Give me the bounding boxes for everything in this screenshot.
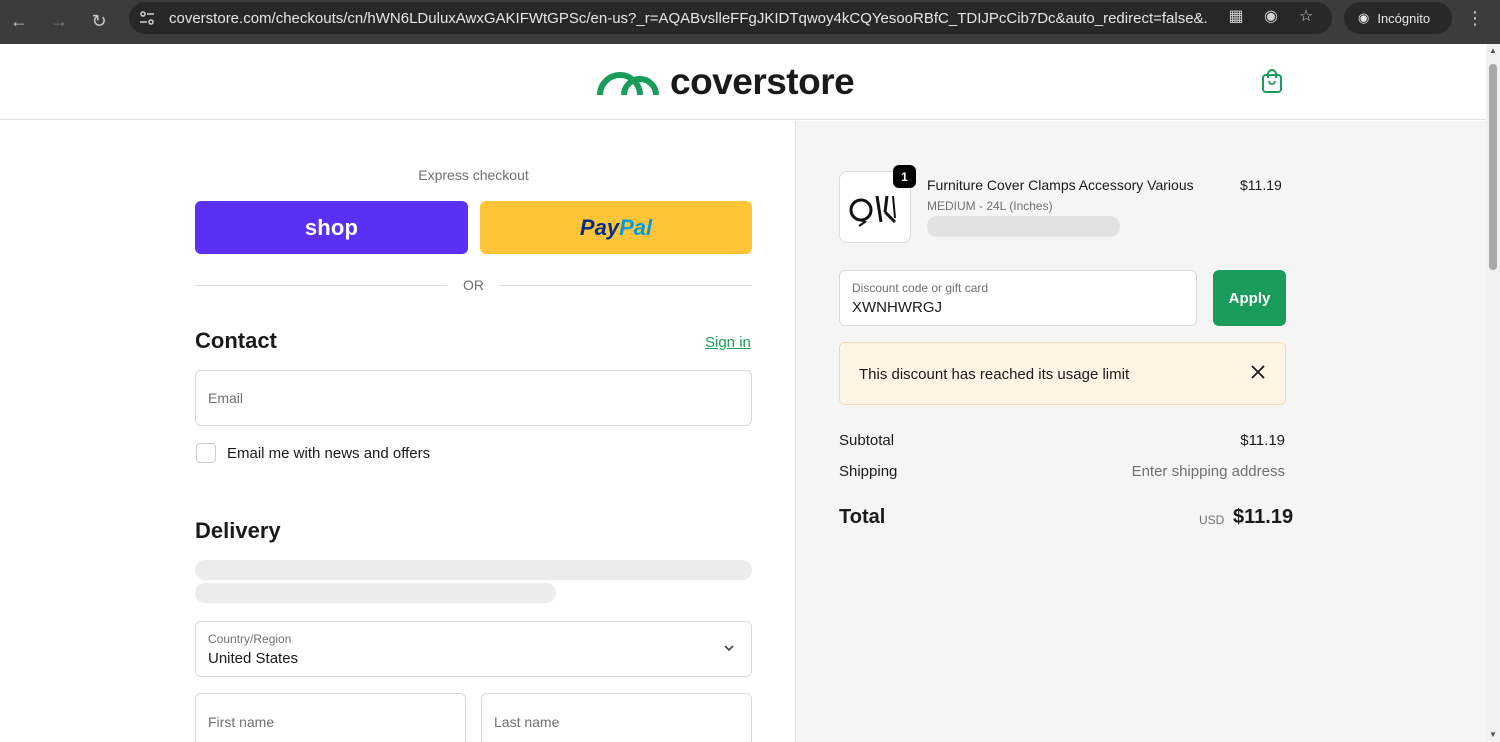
page-scrollbar[interactable]: ▲ ▼ xyxy=(1486,44,1500,742)
site-header: coverstore xyxy=(0,44,1486,120)
bookmark-star-icon[interactable]: ☆ xyxy=(1296,6,1316,26)
address-bar[interactable]: coverstore.com/checkouts/cn/hWN6LDuluxAw… xyxy=(129,2,1332,34)
apply-button[interactable]: Apply xyxy=(1213,270,1286,326)
loading-skeleton xyxy=(195,583,556,603)
paypal-label-pal: Pal xyxy=(619,214,653,240)
incognito-icon: ◉ xyxy=(1358,10,1370,25)
subtotal-label: Subtotal xyxy=(839,432,895,449)
contact-title: Contact xyxy=(195,328,277,353)
sign-in-link[interactable]: Sign in xyxy=(705,334,751,351)
paypal-label-pay: Pay xyxy=(579,214,620,240)
delivery-title: Delivery xyxy=(195,518,281,543)
email-field[interactable]: Email xyxy=(195,370,752,426)
product-variant: MEDIUM - 24L (Inches) xyxy=(927,199,1053,213)
or-divider: OR xyxy=(195,276,752,296)
site-info-icon[interactable] xyxy=(139,10,155,26)
express-checkout-label: Express checkout xyxy=(418,167,529,183)
reload-icon[interactable]: ↻ xyxy=(85,7,113,35)
divider-line xyxy=(499,285,752,286)
email-placeholder: Email xyxy=(208,390,244,406)
shipping-label: Shipping xyxy=(839,463,898,480)
close-icon[interactable] xyxy=(1248,362,1268,382)
alert-message: This discount has reached its usage limi… xyxy=(859,366,1130,383)
browser-menu-icon[interactable]: ⋮ xyxy=(1466,8,1484,29)
shop-pay-button[interactable]: shop xyxy=(195,201,468,254)
country-label: Country/Region xyxy=(208,632,292,646)
newsletter-checkbox[interactable] xyxy=(196,443,216,463)
discount-value: XWNHWRGJ xyxy=(852,299,942,316)
total-label: Total xyxy=(839,506,886,528)
logo-text: coverstore xyxy=(670,61,855,102)
order-summary: 1 Furniture Cover Clamps Accessory Vario… xyxy=(795,121,1486,742)
last-name-field[interactable]: Last name xyxy=(481,693,752,742)
coverstore-logo[interactable]: coverstore xyxy=(596,61,855,102)
logo-arch-icon xyxy=(597,72,659,96)
paypal-button[interactable]: Pay Pal xyxy=(480,201,752,254)
shopping-bag-icon[interactable] xyxy=(1260,68,1284,94)
loading-skeleton xyxy=(927,216,1120,237)
chevron-down-icon xyxy=(724,645,734,652)
first-name-field[interactable]: First name xyxy=(195,693,466,742)
country-value: United States xyxy=(208,650,299,667)
eye-off-icon[interactable]: ◉ xyxy=(1261,6,1281,26)
subtotal-value: $11.19 xyxy=(1240,432,1285,449)
incognito-badge[interactable]: ◉ Incógnito xyxy=(1344,2,1452,34)
quantity-badge: 1 xyxy=(893,165,916,188)
scroll-up-icon[interactable]: ▲ xyxy=(1488,46,1498,56)
country-select[interactable]: Country/Region United States xyxy=(195,621,752,677)
incognito-label: Incógnito xyxy=(1377,10,1431,26)
clamp-product-icon xyxy=(849,195,897,227)
total-currency: USD xyxy=(1199,513,1225,527)
discount-code-field[interactable]: Discount code or gift card XWNHWRGJ xyxy=(839,270,1197,326)
back-icon[interactable]: ← xyxy=(5,7,33,35)
loading-skeleton xyxy=(195,560,752,580)
discount-error-alert: This discount has reached its usage limi… xyxy=(839,342,1286,405)
forward-icon[interactable]: → xyxy=(45,7,73,35)
discount-label: Discount code or gift card xyxy=(852,281,989,295)
url-text: coverstore.com/checkouts/cn/hWN6LDuluxAw… xyxy=(169,10,1209,27)
first-name-placeholder: First name xyxy=(208,714,275,730)
product-name: Furniture Cover Clamps Accessory Various xyxy=(927,177,1194,193)
shipping-value: Enter shipping address xyxy=(1131,463,1285,480)
product-price: $11.19 xyxy=(1240,177,1282,193)
total-value: $11.19 xyxy=(1233,506,1294,528)
scroll-thumb[interactable] xyxy=(1489,64,1497,270)
translate-icon[interactable]: ▦ xyxy=(1226,6,1246,26)
browser-toolbar: ← → ↻ coverstore.com/checkouts/cn/hWN6LD… xyxy=(0,0,1500,44)
scroll-down-icon[interactable]: ▼ xyxy=(1488,730,1498,740)
last-name-placeholder: Last name xyxy=(494,714,560,730)
checkout-main: Express checkout shop Pay Pal OR Contact … xyxy=(0,121,795,742)
newsletter-label: Email me with news and offers xyxy=(227,445,431,462)
